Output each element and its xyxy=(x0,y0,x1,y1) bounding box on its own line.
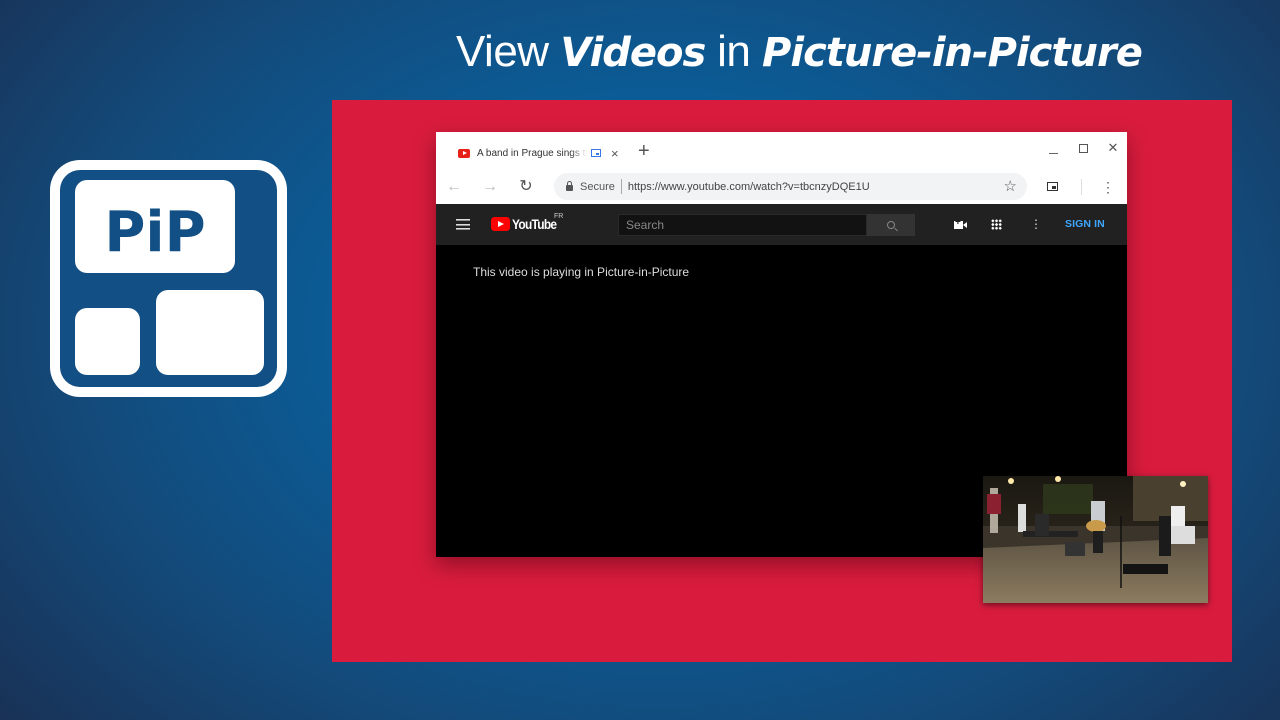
amplifier xyxy=(1065,542,1085,556)
tab-strip: A band in Prague sings the × + ✕ xyxy=(436,132,1127,171)
picture-in-picture-indicator-icon xyxy=(591,149,601,157)
building xyxy=(1133,476,1208,521)
more-options-icon[interactable]: ⋮ xyxy=(1030,217,1042,231)
sign-in-button[interactable]: SIGN IN xyxy=(1065,218,1105,230)
street-light xyxy=(1055,476,1061,482)
bookmark-star-icon[interactable]: ☆ xyxy=(1004,177,1017,195)
apps-grid-icon[interactable] xyxy=(991,219,1002,230)
new-tab-button[interactable]: + xyxy=(638,140,650,162)
forward-button[interactable]: → xyxy=(481,178,499,196)
browser-tab[interactable]: A band in Prague sings the × xyxy=(450,142,619,164)
guitar xyxy=(1086,520,1106,532)
secure-label: Secure xyxy=(580,180,615,193)
sign xyxy=(987,494,1001,514)
youtube-search-input[interactable]: Search xyxy=(618,214,867,236)
address-bar[interactable]: Secure https://www.youtube.com/watch?v=t… xyxy=(554,173,1027,200)
youtube-header: YouTube FR Search ⋮ SIGN IN xyxy=(436,204,1127,245)
trees xyxy=(1043,484,1093,514)
pip-logo-icon: PiP xyxy=(50,160,287,397)
upload-video-icon[interactable] xyxy=(954,217,967,229)
headline-word-videos: Videos xyxy=(560,30,706,76)
url-text[interactable]: https://www.youtube.com/watch?v=tbcnzyDQ… xyxy=(628,181,870,193)
bins xyxy=(1159,516,1171,556)
region-code: FR xyxy=(554,213,564,220)
guitarist-legs xyxy=(1093,531,1103,553)
toolbar-separator xyxy=(1081,179,1082,195)
tab-close-button[interactable]: × xyxy=(611,146,619,161)
youtube-play-icon xyxy=(491,217,510,231)
headline: View Videos in Picture-in-Picture xyxy=(456,26,1143,79)
keyboardist xyxy=(1035,514,1049,536)
minimize-icon xyxy=(1048,152,1058,154)
headline-word-in: in xyxy=(717,27,751,76)
maximize-icon xyxy=(1078,143,1088,153)
maximize-button[interactable] xyxy=(1075,140,1091,156)
pip-video-frame xyxy=(983,476,1208,603)
back-button[interactable]: ← xyxy=(445,178,463,196)
youtube-wordmark: YouTube xyxy=(512,216,557,232)
youtube-logo[interactable]: YouTube FR xyxy=(491,213,564,232)
headline-word-pip: Picture-in-Picture xyxy=(762,30,1143,76)
pedestrian xyxy=(1018,504,1026,532)
pip-status-message: This video is playing in Picture-in-Pict… xyxy=(473,265,690,279)
hamburger-menu-icon[interactable] xyxy=(456,219,470,230)
keyboard xyxy=(1023,531,1078,537)
picture-in-picture-video-window[interactable] xyxy=(983,476,1208,603)
window-controls: ✕ xyxy=(1045,140,1121,156)
browser-toolbar: ← → ↻ Secure https://www.youtube.com/wat… xyxy=(436,171,1127,204)
reload-button[interactable]: ↻ xyxy=(517,178,535,196)
address-separator xyxy=(620,179,622,194)
lock-icon xyxy=(566,181,573,191)
tab-title: A band in Prague sings the xyxy=(477,147,587,159)
picture-in-picture-button[interactable] xyxy=(1047,182,1058,191)
search-icon xyxy=(887,221,895,229)
youtube-search-button[interactable] xyxy=(867,214,915,236)
close-window-button[interactable]: ✕ xyxy=(1105,140,1121,156)
equipment-cases xyxy=(1123,564,1168,574)
street-light xyxy=(1180,481,1186,487)
minimize-button[interactable] xyxy=(1045,140,1061,156)
headline-word-view: View xyxy=(456,27,549,76)
logo-text: PiP xyxy=(104,200,205,265)
youtube-favicon-icon xyxy=(458,148,470,158)
street-light xyxy=(1008,478,1014,484)
browser-menu-button[interactable]: ⋮ xyxy=(1101,178,1115,196)
